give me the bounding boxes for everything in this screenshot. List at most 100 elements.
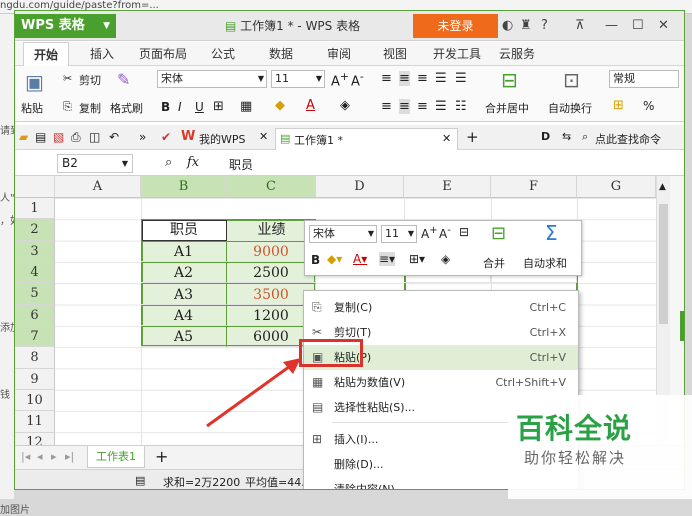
row-header[interactable]: 6 — [15, 305, 55, 326]
scroll-thumb[interactable] — [659, 204, 668, 324]
prev-sheet-icon[interactable]: ◂ — [37, 450, 43, 463]
distribute-icon[interactable]: ☷ — [455, 99, 467, 114]
row-header[interactable]: 3 — [15, 241, 55, 262]
percent-button[interactable]: % — [643, 99, 654, 113]
justify-icon[interactable]: ☰ — [435, 99, 447, 114]
help-icon[interactable]: ? — [541, 11, 548, 41]
tab-data[interactable]: 数据 — [269, 42, 293, 66]
row-header[interactable]: 5 — [15, 283, 55, 305]
sheet-tab[interactable]: 工作表1 — [87, 446, 145, 468]
menu-item-paste-values[interactable]: ▦ 粘贴为数值(V) Ctrl+Shift+V — [304, 370, 578, 395]
command-search-input[interactable]: 点此查找命令 — [595, 131, 661, 147]
font-size-select[interactable]: 11 ▼ — [271, 70, 325, 88]
column-header[interactable]: G — [577, 176, 656, 198]
brush-icon[interactable]: ✎ — [117, 70, 130, 89]
docer-icon[interactable]: D — [541, 130, 550, 143]
next-sheet-icon[interactable]: ▸ — [51, 450, 57, 463]
tab-home[interactable]: 开始 — [23, 42, 69, 66]
tab-my-wps[interactable]: 我的WPS — [199, 131, 246, 147]
copy-icon[interactable]: ⎘ — [63, 100, 72, 114]
table-cell[interactable]: A2 — [141, 262, 227, 283]
tab-formula[interactable]: 公式 — [211, 42, 235, 66]
erase-format-icon[interactable]: ◈ — [340, 98, 350, 113]
export-pdf-icon[interactable]: ▧ — [53, 130, 64, 144]
font-grow-icon[interactable]: A+ — [331, 70, 349, 89]
tab-view[interactable]: 视图 — [383, 42, 407, 66]
italic-icon[interactable]: I — [178, 100, 182, 114]
table-cell[interactable]: 9000 — [227, 241, 316, 262]
mini-autosum-button[interactable]: 自动求和 — [523, 255, 567, 271]
table-cell[interactable]: 2500 — [227, 262, 316, 283]
wrap-text-button[interactable]: 自动换行 — [548, 100, 592, 116]
row-header[interactable]: 4 — [15, 262, 55, 283]
currency-icon[interactable]: ⊞ — [613, 98, 624, 113]
align-top-icon[interactable]: ≡ — [381, 71, 392, 86]
preview-icon[interactable]: ◫ — [89, 130, 100, 144]
merge-icon[interactable]: ⊟ — [491, 223, 506, 244]
font-color-icon[interactable]: A — [306, 98, 315, 113]
mini-merge-button[interactable]: 合并 — [483, 255, 505, 271]
zoom-icon[interactable]: ⌕ — [165, 155, 172, 170]
open-folder-icon[interactable]: ▰ — [19, 130, 28, 144]
sigma-icon[interactable]: Σ — [545, 221, 558, 245]
search-icon[interactable]: ⌕ — [582, 130, 588, 144]
tab-developer[interactable]: 开发工具 — [433, 42, 481, 66]
app-menu-button[interactable]: WPS 表格 ▼ — [15, 14, 116, 38]
font-grow-icon[interactable]: A+ — [421, 225, 438, 241]
formula-content[interactable]: 职员 — [229, 156, 253, 173]
number-format-select[interactable]: 常规 — [609, 70, 679, 88]
skin-icon[interactable]: ◐ — [502, 11, 513, 41]
close-tab-icon[interactable]: ✕ — [259, 130, 268, 143]
shirt-icon[interactable]: ♜ — [520, 11, 532, 41]
scroll-up-icon[interactable]: ▲ — [659, 182, 666, 192]
indent-icon[interactable]: ☰ — [435, 71, 447, 86]
more-icon[interactable]: » — [139, 130, 146, 144]
login-button[interactable]: 未登录 — [413, 14, 498, 38]
align-center-icon[interactable]: ≡ — [399, 99, 410, 114]
select-all-corner[interactable] — [15, 176, 55, 198]
add-sheet-icon[interactable]: + — [155, 447, 168, 466]
row-header[interactable]: 10 — [15, 390, 55, 411]
table-cell[interactable]: A3 — [141, 283, 227, 305]
font-color-icon[interactable]: A▾ — [353, 252, 367, 266]
align-center-icon[interactable]: ≡▾ — [379, 252, 396, 266]
row-header[interactable]: 11 — [15, 411, 55, 433]
tab-insert[interactable]: 插入 — [90, 42, 114, 66]
mini-font-select[interactable]: 宋体 ▼ — [309, 225, 377, 243]
table-header-cell[interactable]: 业绩 — [227, 219, 316, 241]
restore-icon[interactable]: ⊼ — [575, 11, 585, 41]
row-header[interactable]: 2 — [15, 219, 55, 241]
fx-button[interactable]: fx — [187, 155, 199, 170]
outdent-icon[interactable]: ☰ — [455, 71, 467, 86]
name-box[interactable]: B2 ▼ — [57, 154, 133, 173]
fill-color-icon[interactable]: ◆ — [275, 98, 285, 113]
side-panel-toggle[interactable] — [680, 311, 684, 341]
align-left-icon[interactable]: ≡ — [381, 99, 392, 114]
column-header[interactable]: B — [141, 176, 227, 198]
paste-ribbon-button[interactable]: 粘贴 — [21, 100, 43, 116]
align-bottom-icon[interactable]: ≡ — [417, 71, 428, 86]
font-shrink-icon[interactable]: A- — [439, 225, 451, 241]
tab-page-layout[interactable]: 页面布局 — [139, 42, 187, 66]
tab-workbook[interactable]: ▤ 工作簿1 * ✕ — [275, 128, 458, 150]
row-header[interactable]: 1 — [15, 198, 55, 219]
column-header[interactable]: C — [227, 176, 316, 198]
copy-button[interactable]: 复制 — [79, 100, 101, 116]
column-header[interactable]: D — [316, 176, 404, 198]
maximize-icon[interactable]: ☐ — [632, 11, 644, 41]
column-header[interactable]: E — [404, 176, 491, 198]
share-icon[interactable]: ⇆ — [562, 130, 571, 143]
underline-icon[interactable]: U — [195, 100, 204, 114]
format-cells-icon[interactable]: ⊟ — [459, 225, 469, 239]
align-right-icon[interactable]: ≡ — [417, 99, 428, 114]
minimize-icon[interactable]: — — [605, 11, 618, 41]
row-header[interactable]: 7 — [15, 326, 55, 347]
align-middle-icon[interactable]: ≡ — [399, 71, 410, 86]
column-header[interactable]: A — [55, 176, 141, 198]
tab-review[interactable]: 审阅 — [327, 42, 351, 66]
cut-button[interactable]: 剪切 — [79, 72, 101, 88]
wrap-icon[interactable]: ⊡ — [563, 68, 580, 92]
column-header[interactable]: F — [491, 176, 577, 198]
first-sheet-icon[interactable]: |◂ — [21, 450, 30, 463]
border-icon[interactable]: ⊞▾ — [409, 252, 425, 266]
